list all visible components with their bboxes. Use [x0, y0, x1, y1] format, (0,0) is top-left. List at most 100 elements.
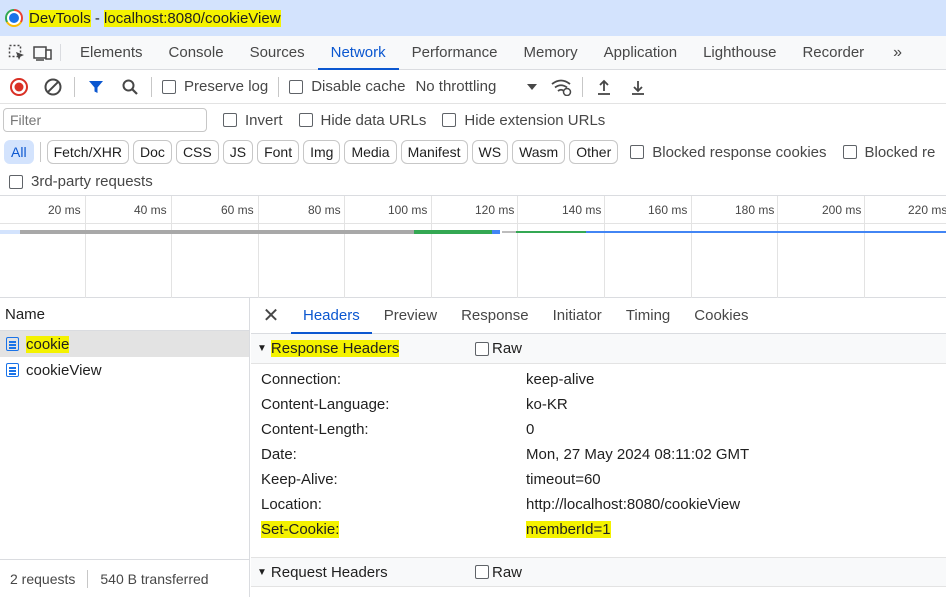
tab-initiator[interactable]: Initiator — [541, 298, 614, 333]
type-filter-font[interactable]: Font — [257, 140, 300, 164]
timeline-gridline — [777, 196, 778, 298]
invert-box[interactable] — [223, 113, 237, 127]
hide-data-urls-checkbox[interactable]: Hide data URLs — [298, 112, 426, 129]
response-headers-list: Connection: keep-alive Content-Language:… — [251, 364, 946, 542]
third-party-checkbox[interactable]: 3rd-party requests — [9, 173, 153, 190]
blocked-requests-checkbox[interactable]: Blocked re — [842, 144, 935, 161]
tab-cookies[interactable]: Cookies — [682, 298, 760, 333]
record-stop-icon[interactable] — [2, 70, 36, 104]
window-titlebar: DevTools - localhost:8080/cookieView — [0, 0, 946, 36]
blocked-response-cookies-checkbox[interactable]: Blocked response cookies — [630, 143, 827, 161]
type-filter-js[interactable]: JS — [222, 140, 254, 164]
blocked-response-cookies-label: Blocked response cookies — [652, 143, 827, 161]
type-filter-doc[interactable]: Doc — [133, 140, 172, 164]
expand-triangle-icon[interactable]: ▼ — [257, 567, 267, 578]
device-toolbar-icon[interactable] — [32, 36, 54, 69]
response-raw-box[interactable] — [475, 341, 489, 356]
type-filter-media[interactable]: Media — [344, 140, 397, 164]
request-list: Name cookie cookieView 2 requests 540 B … — [0, 298, 250, 597]
blocked-response-cookies-box[interactable] — [630, 145, 645, 159]
summary-bar: 2 requests 540 B transferred — [0, 559, 250, 597]
timeline-gridline — [258, 196, 259, 298]
hide-extension-urls-checkbox[interactable]: Hide extension URLs — [442, 112, 605, 129]
third-party-box[interactable] — [9, 174, 23, 189]
filter-input[interactable] — [3, 108, 207, 132]
request-raw-label: Raw — [492, 563, 523, 581]
hide-data-urls-box[interactable] — [298, 113, 313, 127]
chevron-down-icon — [527, 83, 538, 90]
timeline-gridline — [431, 196, 432, 298]
preserve-log-box[interactable] — [162, 79, 176, 94]
tab-response[interactable]: Response — [449, 298, 541, 333]
throttling-select[interactable]: No throttling — [415, 78, 538, 95]
preserve-log-checkbox[interactable]: Preserve log — [162, 78, 268, 95]
header-value: keep-alive — [526, 371, 595, 388]
tab-timing[interactable]: Timing — [614, 298, 682, 333]
hide-extension-urls-box[interactable] — [442, 113, 457, 127]
tab-console[interactable]: Console — [156, 36, 237, 69]
network-conditions-icon[interactable] — [544, 70, 578, 104]
tab-recorder[interactable]: Recorder — [789, 36, 877, 69]
type-filter-wasm[interactable]: Wasm — [512, 140, 566, 164]
close-icon[interactable]: ✕ — [251, 298, 291, 333]
tab-performance[interactable]: Performance — [399, 36, 511, 69]
type-filter-ws[interactable]: WS — [471, 140, 509, 164]
request-headers-title: Request Headers — [270, 563, 388, 581]
tab-headers[interactable]: Headers — [291, 298, 372, 334]
timeline-bar-request-cookie — [414, 230, 492, 234]
filter-funnel-icon[interactable] — [79, 70, 113, 104]
expand-triangle-icon[interactable]: ▼ — [257, 343, 267, 354]
request-row[interactable]: cookieView — [0, 357, 249, 383]
header-value: http://localhost:8080/cookieView — [526, 496, 741, 513]
timeline-bar-request-cookieview — [502, 231, 516, 233]
request-raw-box[interactable] — [475, 565, 489, 579]
timeline-tick-label: 80 ms — [308, 203, 341, 217]
timeline-overview[interactable]: 20 ms 40 ms 60 ms 80 ms 100 ms 120 ms 14… — [0, 196, 946, 298]
tab-network[interactable]: Network — [317, 36, 399, 70]
type-filter-manifest[interactable]: Manifest — [400, 140, 468, 164]
export-har-icon[interactable] — [621, 70, 655, 104]
title-app: DevTools — [29, 9, 91, 27]
invert-label: Invert — [245, 111, 283, 129]
tab-elements[interactable]: Elements — [67, 36, 156, 69]
tab-preview[interactable]: Preview — [372, 298, 449, 333]
toolbar-divider — [151, 76, 152, 97]
request-raw-toggle[interactable]: Raw — [475, 564, 522, 581]
request-headers-section[interactable]: ▼ Request Headers Raw — [251, 557, 946, 587]
type-filter-fetch-xhr[interactable]: Fetch/XHR — [46, 140, 130, 164]
tab-lighthouse[interactable]: Lighthouse — [690, 36, 789, 69]
blocked-requests-box[interactable] — [842, 145, 857, 159]
timeline-bar-request-cookie — [20, 230, 414, 234]
timeline-bar-request-cookieview — [586, 231, 946, 233]
request-name: cookieView — [26, 361, 102, 379]
tab-sources[interactable]: Sources — [237, 36, 318, 69]
request-name: cookie — [26, 335, 70, 353]
header-value: 0 — [526, 421, 535, 438]
toolbar-divider — [582, 76, 584, 97]
timeline-tick-label: 20 ms — [48, 203, 81, 217]
tab-memory[interactable]: Memory — [511, 36, 591, 69]
request-row[interactable]: cookie — [0, 331, 249, 357]
response-headers-section[interactable]: ▼ Response Headers Raw — [251, 334, 946, 364]
clear-icon[interactable] — [36, 70, 70, 104]
column-header-name[interactable]: Name — [0, 298, 249, 331]
more-tabs-icon[interactable]: » — [877, 36, 902, 69]
disable-cache-checkbox[interactable]: Disable cache — [289, 78, 405, 95]
header-row: Keep-Alive: timeout=60 — [251, 467, 946, 492]
type-filter-all[interactable]: All — [4, 140, 34, 164]
timeline-bar-request-cookie — [492, 230, 500, 234]
timeline-bar-request-cookie — [0, 230, 20, 234]
type-filter-other[interactable]: Other — [569, 140, 619, 164]
type-filter-img[interactable]: Img — [303, 140, 341, 164]
response-raw-toggle[interactable]: Raw — [475, 340, 522, 357]
type-filter-css[interactable]: CSS — [175, 140, 219, 164]
invert-checkbox[interactable]: Invert — [223, 112, 283, 129]
header-row: Connection: keep-alive — [251, 367, 946, 392]
import-har-icon[interactable] — [587, 70, 621, 104]
header-row: Content-Length: 0 — [251, 417, 946, 442]
search-icon[interactable] — [113, 70, 147, 104]
inspect-element-icon[interactable] — [6, 36, 28, 69]
disable-cache-box[interactable] — [289, 79, 304, 94]
tab-application[interactable]: Application — [591, 36, 690, 69]
set-cookie-value: memberId=1 — [526, 521, 611, 538]
